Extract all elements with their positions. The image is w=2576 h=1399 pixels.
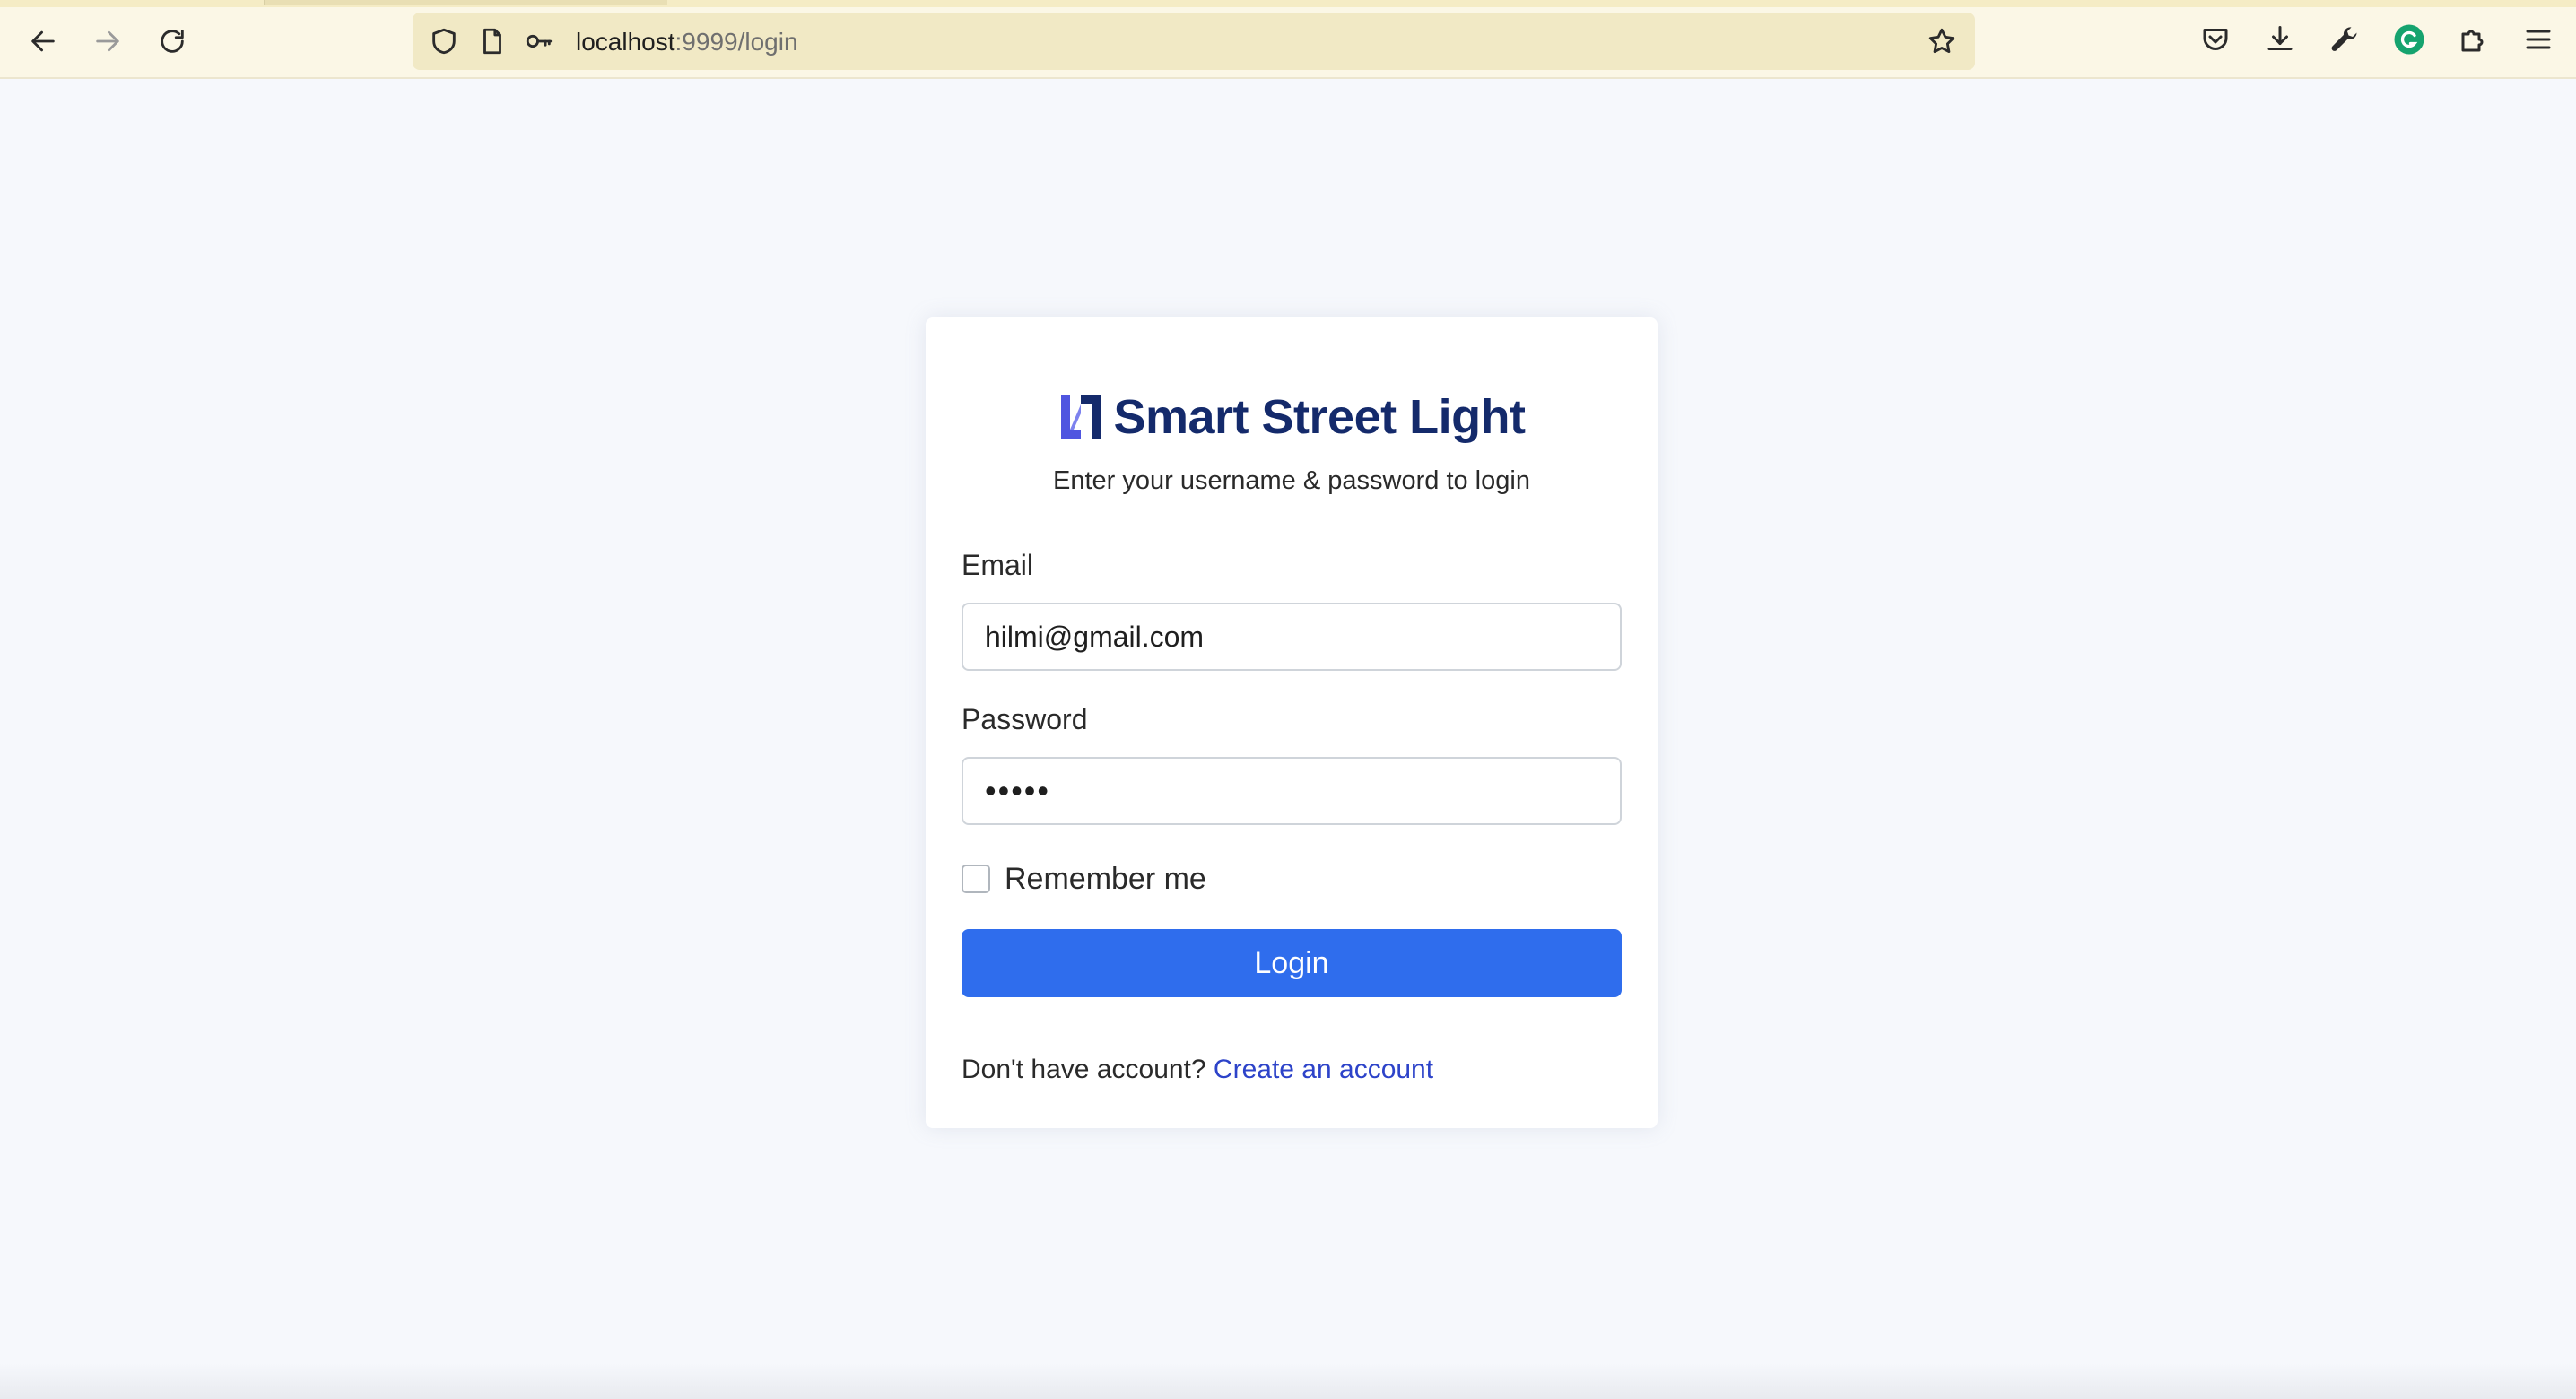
forward-arrow-icon[interactable] <box>84 18 131 65</box>
login-card: Smart Street Light Enter your username &… <box>926 317 1658 1128</box>
password-field[interactable] <box>962 757 1622 825</box>
password-label: Password <box>962 703 1088 735</box>
key-icon[interactable] <box>524 26 554 56</box>
remember-me-label[interactable]: Remember me <box>1005 862 1206 897</box>
create-account-link[interactable]: Create an account <box>1214 1055 1433 1084</box>
download-icon[interactable] <box>2264 23 2296 56</box>
address-bar[interactable]: localhost:9999/login <box>413 13 1975 70</box>
wrench-icon[interactable] <box>2328 23 2361 56</box>
star-icon[interactable] <box>1927 26 1957 56</box>
no-account-text: Don't have account? <box>962 1055 1206 1084</box>
url-text[interactable]: localhost:9999/login <box>576 27 798 57</box>
pocket-icon[interactable] <box>2199 23 2232 56</box>
hamburger-menu-icon[interactable] <box>2522 23 2554 56</box>
browser-toolbar: localhost:9999/login <box>0 0 2576 79</box>
remember-me-checkbox[interactable] <box>962 865 990 893</box>
page-info-icon[interactable] <box>477 26 508 56</box>
signup-prompt: Don't have account? Create an account <box>962 1055 1433 1085</box>
email-label: Email <box>962 549 1034 581</box>
brand-header: Smart Street Light <box>926 386 1658 448</box>
brand-name: Smart Street Light <box>1113 390 1526 444</box>
tracking-shield-icon[interactable] <box>429 26 459 56</box>
login-button[interactable]: Login <box>962 929 1622 997</box>
remember-me-row[interactable]: Remember me <box>962 859 1206 899</box>
active-tab-edge[interactable] <box>264 0 667 5</box>
back-arrow-icon[interactable] <box>20 18 66 65</box>
email-field[interactable] <box>962 603 1622 671</box>
login-subtitle: Enter your username & password to login <box>1053 466 1530 495</box>
window-bottom-edge <box>0 1363 2576 1399</box>
reload-icon[interactable] <box>149 18 196 65</box>
puzzle-icon[interactable] <box>2458 23 2490 56</box>
grammarly-icon[interactable] <box>2393 23 2425 56</box>
logo-icon <box>1061 395 1101 439</box>
